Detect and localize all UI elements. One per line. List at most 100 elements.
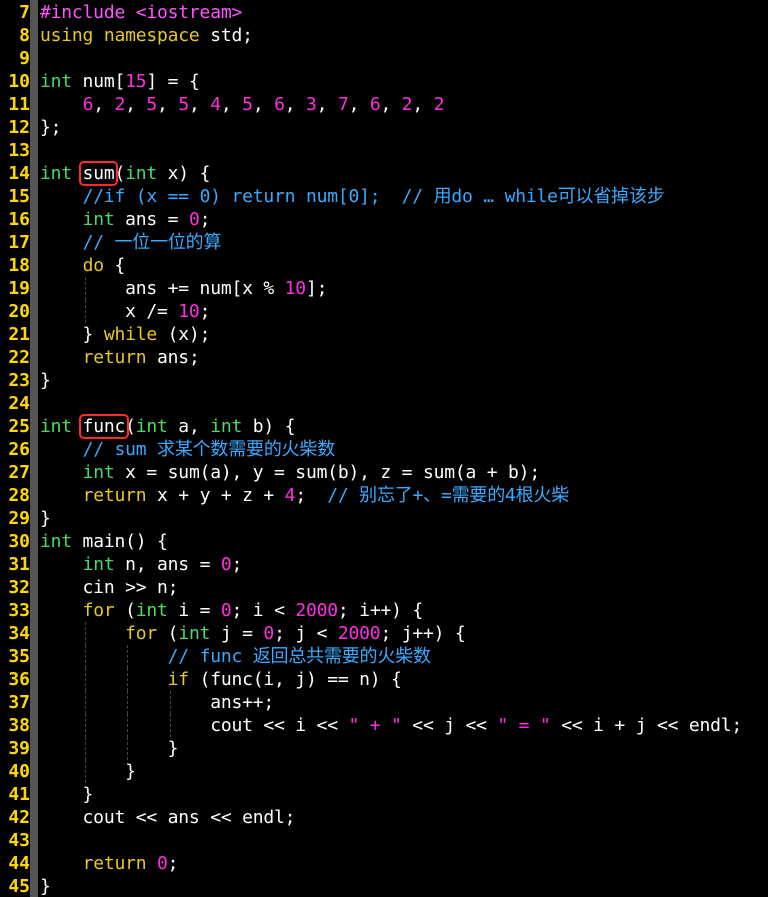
line-number: 16 <box>8 209 30 230</box>
code-token: , <box>348 94 370 115</box>
line-number: 43 <box>8 830 30 851</box>
code-token: int <box>40 416 72 437</box>
code-token: int <box>82 462 115 483</box>
code-text: return 0; <box>40 852 179 875</box>
code-token: 10 <box>284 278 306 299</box>
code-text: }; <box>40 116 61 139</box>
code-token: , <box>188 94 211 115</box>
indent-guide <box>127 691 129 714</box>
code-token: { <box>103 255 126 276</box>
code-token: b) { <box>242 416 296 437</box>
code-token: j = <box>210 623 264 644</box>
code-token: ]; <box>305 278 328 299</box>
code-token: } <box>40 324 104 345</box>
line-number: 9 <box>19 48 30 69</box>
code-token: << i + j << endl; <box>550 715 743 736</box>
code-token: int <box>40 531 72 552</box>
code-text: do { <box>40 254 126 277</box>
code-token: } <box>40 784 94 805</box>
code-token: 0 <box>220 600 232 621</box>
code-token: 3 <box>306 94 317 115</box>
code-token: 2 <box>433 94 445 115</box>
code-token: int <box>125 163 158 184</box>
line-number: 30 <box>8 531 30 552</box>
code-token: std; <box>199 25 253 46</box>
code-token: 2 <box>114 94 126 115</box>
code-token: 2000 <box>337 623 381 644</box>
code-token: ( <box>114 600 136 621</box>
line-number: 26 <box>8 439 30 460</box>
code-token: ; <box>167 853 179 874</box>
code-token: , <box>316 94 338 115</box>
code-token: // 一位一位的算 <box>82 232 222 253</box>
indent-guide <box>84 691 86 714</box>
code-token: return <box>82 853 147 874</box>
code-token: // 别忘了+、=需要的4根火柴 <box>327 485 570 506</box>
code-token: , <box>125 94 147 115</box>
indent-guide <box>84 760 86 783</box>
code-token: ans; <box>146 347 200 368</box>
line-number: 13 <box>8 140 30 161</box>
code-text: for (int i = 0; i < 2000; i++) { <box>40 599 424 622</box>
code-token: , <box>220 94 243 115</box>
code-token: << j << <box>401 715 498 736</box>
code-token: #include <iostream> <box>40 2 243 23</box>
code-token: cin >> n; <box>40 577 179 598</box>
code-text: // 一位一位的算 <box>40 231 222 254</box>
line-number: 34 <box>8 623 30 644</box>
code-token: do <box>82 255 104 276</box>
line-number: 27 <box>8 462 30 483</box>
code-token: 6 <box>369 94 381 115</box>
code-token: 10 <box>178 301 200 322</box>
indent-guide <box>169 691 171 714</box>
code-token: 15 <box>125 71 147 92</box>
line-number: 7 <box>19 2 30 23</box>
sum-highlight-box <box>78 161 119 186</box>
line-number: 21 <box>8 324 30 345</box>
code-text: cin >> n; <box>40 576 179 599</box>
line-number: 40 <box>8 761 30 782</box>
indent-guide <box>84 668 86 691</box>
line-number: 44 <box>8 853 30 874</box>
indent-guide <box>127 737 129 760</box>
line-number: 37 <box>8 692 30 713</box>
code-text: } <box>40 875 51 897</box>
code-token: x) { <box>157 163 211 184</box>
code-token: int <box>40 163 72 184</box>
code-text: if (func(i, j) == n) { <box>40 668 402 691</box>
code-token: (func(i, j) == n) { <box>188 669 402 690</box>
indent-guide <box>84 737 86 760</box>
code-token: ] = { <box>146 71 200 92</box>
code-text: cout << i << " + " << j << " = " << i + … <box>40 714 742 737</box>
code-token: for <box>82 600 115 621</box>
code-token: } <box>40 876 51 897</box>
indent-guide <box>84 714 86 737</box>
code-token: 0 <box>157 853 168 874</box>
code-editor[interactable]: 7 #include <iostream> 8 using namespace std… <box>0 0 768 897</box>
code-token: , <box>252 94 275 115</box>
code-token: 5 <box>146 94 158 115</box>
code-token: ; <box>199 209 211 230</box>
code-token: , <box>157 94 179 115</box>
code-text: } <box>40 760 136 783</box>
code-token: i = <box>167 600 221 621</box>
code-token: ; <box>231 554 243 575</box>
line-number: 11 <box>8 94 30 115</box>
code-token: ; i++) { <box>337 600 424 621</box>
code-token: //if (x == 0) return num[0]; // 用do … wh… <box>82 186 665 207</box>
code-token: a, <box>167 416 211 437</box>
code-text: cout << ans << endl; <box>40 806 296 829</box>
line-number: 29 <box>8 508 30 529</box>
gutter-separator <box>30 0 38 897</box>
code-token: int <box>135 416 168 437</box>
code-token: return <box>82 485 147 506</box>
code-text: using namespace std; <box>40 24 253 47</box>
